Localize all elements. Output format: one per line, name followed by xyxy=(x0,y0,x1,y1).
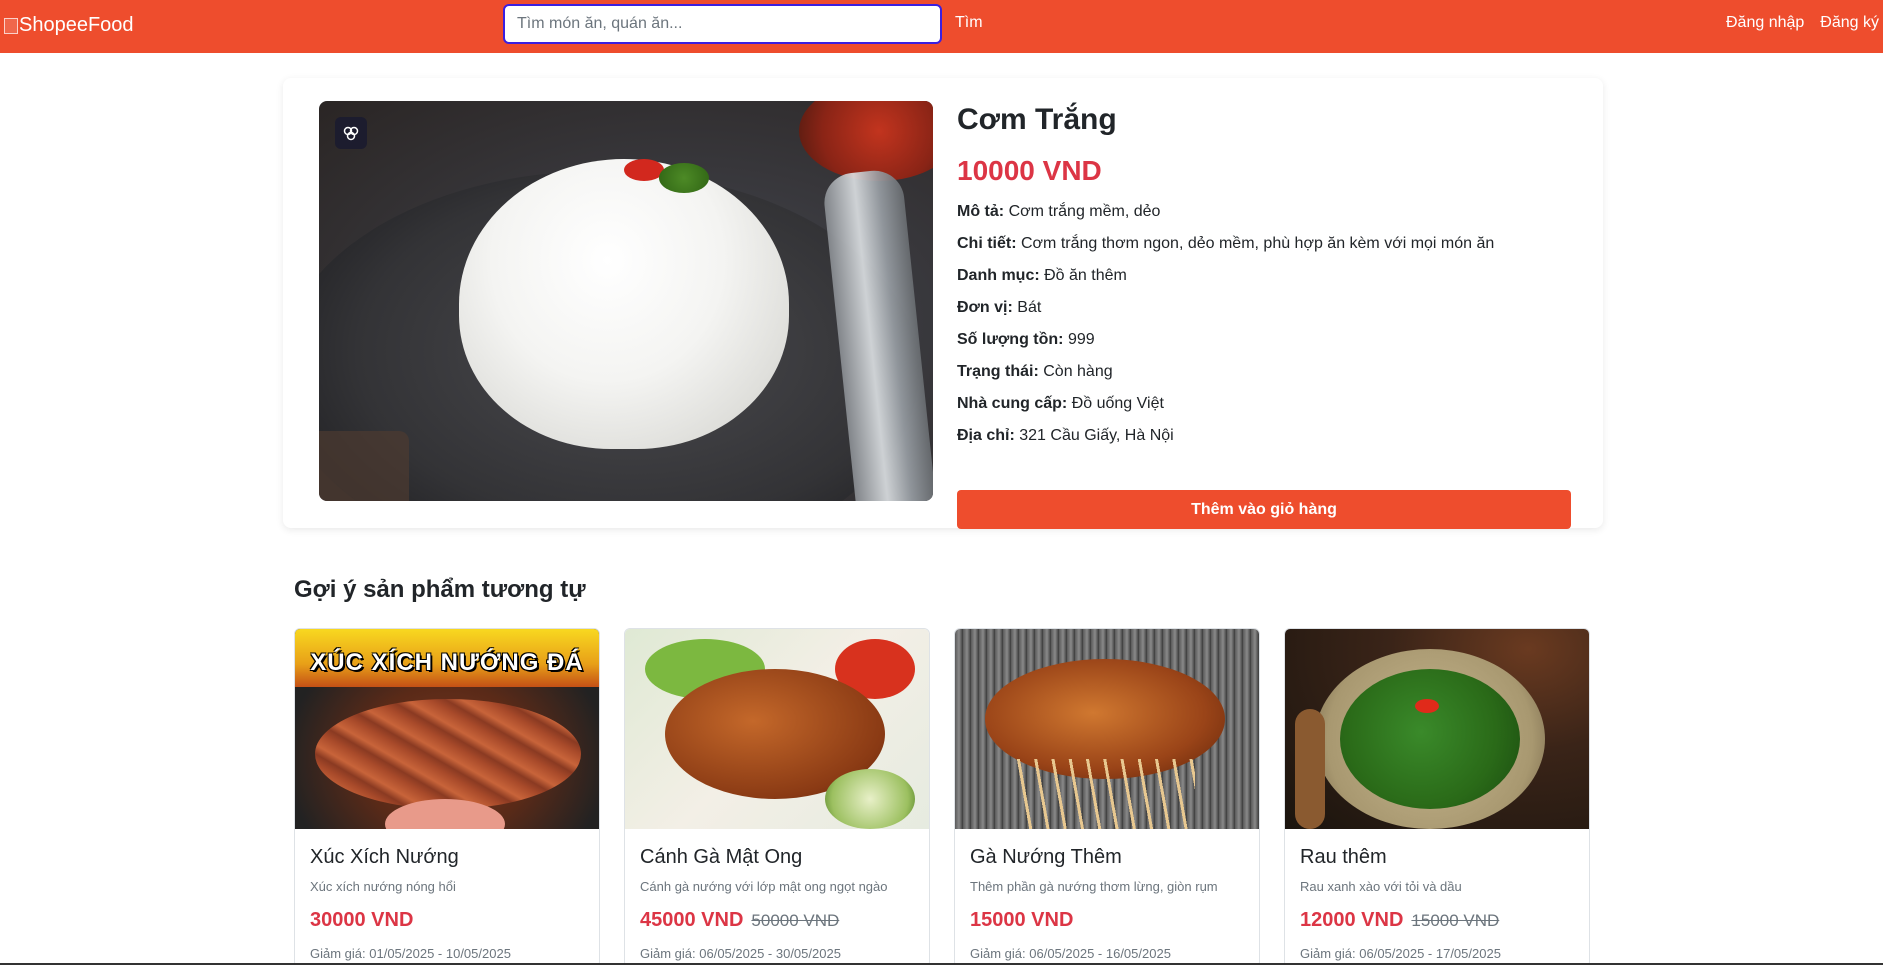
product-card-discount: Giảm giá: 06/05/2025 - 30/05/2025 xyxy=(640,946,841,961)
detail-label: Mô tả: xyxy=(957,203,1005,220)
detail-stock: Số lượng tồn: 999 xyxy=(957,330,1571,362)
detail-description: Mô tả: Cơm trắng mềm, dẻo xyxy=(957,202,1571,234)
product-detail-card: Cơm Trắng 10000 VND Mô tả: Cơm trắng mềm… xyxy=(283,78,1603,529)
product-detail-list: Mô tả: Cơm trắng mềm, dẻo Chi tiết: Cơm … xyxy=(957,202,1571,458)
search-input[interactable] xyxy=(503,4,942,44)
product-card-price: 12000 VND xyxy=(1300,909,1404,931)
side-dish-shape xyxy=(799,101,933,181)
product-card-image[interactable] xyxy=(1285,629,1589,829)
detail-label: Chi tiết: xyxy=(957,235,1017,252)
product-card-image[interactable] xyxy=(625,629,929,829)
product-card-body: Xúc Xích Nướng Xúc xích nướng nóng hổi 3… xyxy=(295,829,599,961)
product-card-price-row: 15000 VND xyxy=(970,909,1244,932)
top-navbar: ShopeeFood Tìm Đăng nhập Đăng ký xyxy=(0,0,1883,53)
detail-unit: Đơn vị: Bát xyxy=(957,298,1571,330)
product-card-desc: Thêm phần gà nướng thơm lừng, giòn rụm xyxy=(970,879,1218,894)
product-card-price-row: 45000 VND 50000 VND xyxy=(640,909,914,932)
product-card-discount: Giảm giá: 01/05/2025 - 10/05/2025 xyxy=(310,946,511,961)
product-card-price: 45000 VND xyxy=(640,909,744,931)
product-card[interactable]: Rau thêm Rau xanh xào với tỏi và dầu 120… xyxy=(1284,628,1590,965)
product-title: Cơm Trắng xyxy=(957,103,1117,136)
auth-links: Đăng nhập Đăng ký xyxy=(1726,14,1879,32)
suggestions-title: Gợi ý sản phẩm tương tự xyxy=(294,576,586,603)
product-card-image[interactable]: XÚC XÍCH NƯỚNG ĐÁ xyxy=(295,629,599,829)
detail-category: Danh mục: Đồ ăn thêm xyxy=(957,266,1571,298)
product-card-body: Cánh Gà Mật Ong Cánh gà nướng với lớp mậ… xyxy=(625,829,929,961)
logo[interactable]: ShopeeFood xyxy=(4,14,134,37)
product-card-price: 15000 VND xyxy=(970,909,1074,931)
chili-shape xyxy=(1415,699,1439,713)
table-shape xyxy=(319,431,409,501)
product-card-price-row: 12000 VND 15000 VND xyxy=(1300,909,1574,932)
sticks-shape xyxy=(1015,759,1195,829)
register-link[interactable]: Đăng ký xyxy=(1820,14,1879,32)
logo-text: ShopeeFood xyxy=(19,14,134,36)
add-to-cart-button[interactable]: Thêm vào giỏ hàng xyxy=(957,490,1571,529)
detail-value: Còn hàng xyxy=(1043,363,1113,380)
detail-value: Đồ uống Việt xyxy=(1071,395,1164,412)
detail-status: Trạng thái: Còn hàng xyxy=(957,362,1571,394)
product-card-name[interactable]: Gà Nướng Thêm xyxy=(970,845,1244,869)
product-card[interactable]: Gà Nướng Thêm Thêm phần gà nướng thơm lừ… xyxy=(954,628,1260,965)
product-image xyxy=(319,101,933,501)
herb-garnish xyxy=(659,163,709,193)
product-card-body: Rau thêm Rau xanh xào với tỏi và dầu 120… xyxy=(1285,829,1589,961)
product-card[interactable]: XÚC XÍCH NƯỚNG ĐÁ Xúc Xích Nướng Xúc xíc… xyxy=(294,628,600,965)
product-card-image[interactable] xyxy=(955,629,1259,829)
product-card-price: 30000 VND xyxy=(310,909,414,931)
detail-supplier: Nhà cung cấp: Đồ uống Việt xyxy=(957,394,1571,426)
search-button[interactable]: Tìm xyxy=(955,14,983,32)
product-info: Cơm Trắng 10000 VND Mô tả: Cơm trắng mềm… xyxy=(957,102,1571,529)
detail-label: Nhà cung cấp: xyxy=(957,395,1068,412)
product-card-old-price: 15000 VND xyxy=(1411,911,1500,930)
login-link[interactable]: Đăng nhập xyxy=(1726,14,1804,32)
detail-value: 999 xyxy=(1067,331,1095,348)
image-banner-text: XÚC XÍCH NƯỚNG ĐÁ xyxy=(310,649,584,676)
detail-value: Đồ ăn thêm xyxy=(1044,267,1127,284)
suggestions-grid: XÚC XÍCH NƯỚNG ĐÁ Xúc Xích Nướng Xúc xíc… xyxy=(294,628,1592,965)
greens-shape xyxy=(1340,669,1520,809)
product-card-old-price: 50000 VND xyxy=(751,911,840,930)
product-card-name[interactable]: Xúc Xích Nướng xyxy=(310,845,584,869)
product-card-desc: Xúc xích nướng nóng hổi xyxy=(310,879,456,894)
detail-info: Chi tiết: Cơm trắng thơm ngon, dẻo mềm, … xyxy=(957,234,1571,266)
product-card-price-row: 30000 VND xyxy=(310,909,584,932)
detail-label: Trạng thái: xyxy=(957,363,1039,380)
product-card-desc: Rau xanh xào với tỏi và dầu xyxy=(1300,879,1462,894)
broken-image-icon xyxy=(4,17,18,34)
detail-value: 321 Cầu Giấy, Hà Nội xyxy=(1019,427,1174,444)
brain-icon-svg xyxy=(343,126,359,141)
detail-label: Đơn vị: xyxy=(957,299,1013,316)
brain-icon[interactable] xyxy=(335,117,367,149)
detail-label: Địa chỉ: xyxy=(957,427,1015,444)
product-card-body: Gà Nướng Thêm Thêm phần gà nướng thơm lừ… xyxy=(955,829,1259,961)
spoon-shape xyxy=(1295,709,1325,829)
detail-label: Số lượng tồn: xyxy=(957,331,1064,348)
sausages-shape xyxy=(315,699,581,809)
cucumber-shape xyxy=(825,769,915,829)
product-card-name[interactable]: Cánh Gà Mật Ong xyxy=(640,845,914,869)
chili-garnish xyxy=(624,159,664,181)
rice-shape xyxy=(459,159,789,449)
product-card-name[interactable]: Rau thêm xyxy=(1300,845,1574,869)
detail-label: Danh mục: xyxy=(957,267,1040,284)
detail-address: Địa chỉ: 321 Cầu Giấy, Hà Nội xyxy=(957,426,1571,458)
product-price: 10000 VND xyxy=(957,155,1102,186)
product-card-discount: Giảm giá: 06/05/2025 - 17/05/2025 xyxy=(1300,946,1501,961)
product-card-desc: Cánh gà nướng với lớp mật ong ngọt ngào xyxy=(640,879,888,894)
detail-value: Bát xyxy=(1017,299,1042,316)
product-card-discount: Giảm giá: 06/05/2025 - 16/05/2025 xyxy=(970,946,1171,961)
detail-value: Cơm trắng thơm ngon, dẻo mềm, phù hợp ăn… xyxy=(1021,235,1495,252)
detail-value: Cơm trắng mềm, dẻo xyxy=(1008,203,1161,220)
product-card[interactable]: Cánh Gà Mật Ong Cánh gà nướng với lớp mậ… xyxy=(624,628,930,965)
